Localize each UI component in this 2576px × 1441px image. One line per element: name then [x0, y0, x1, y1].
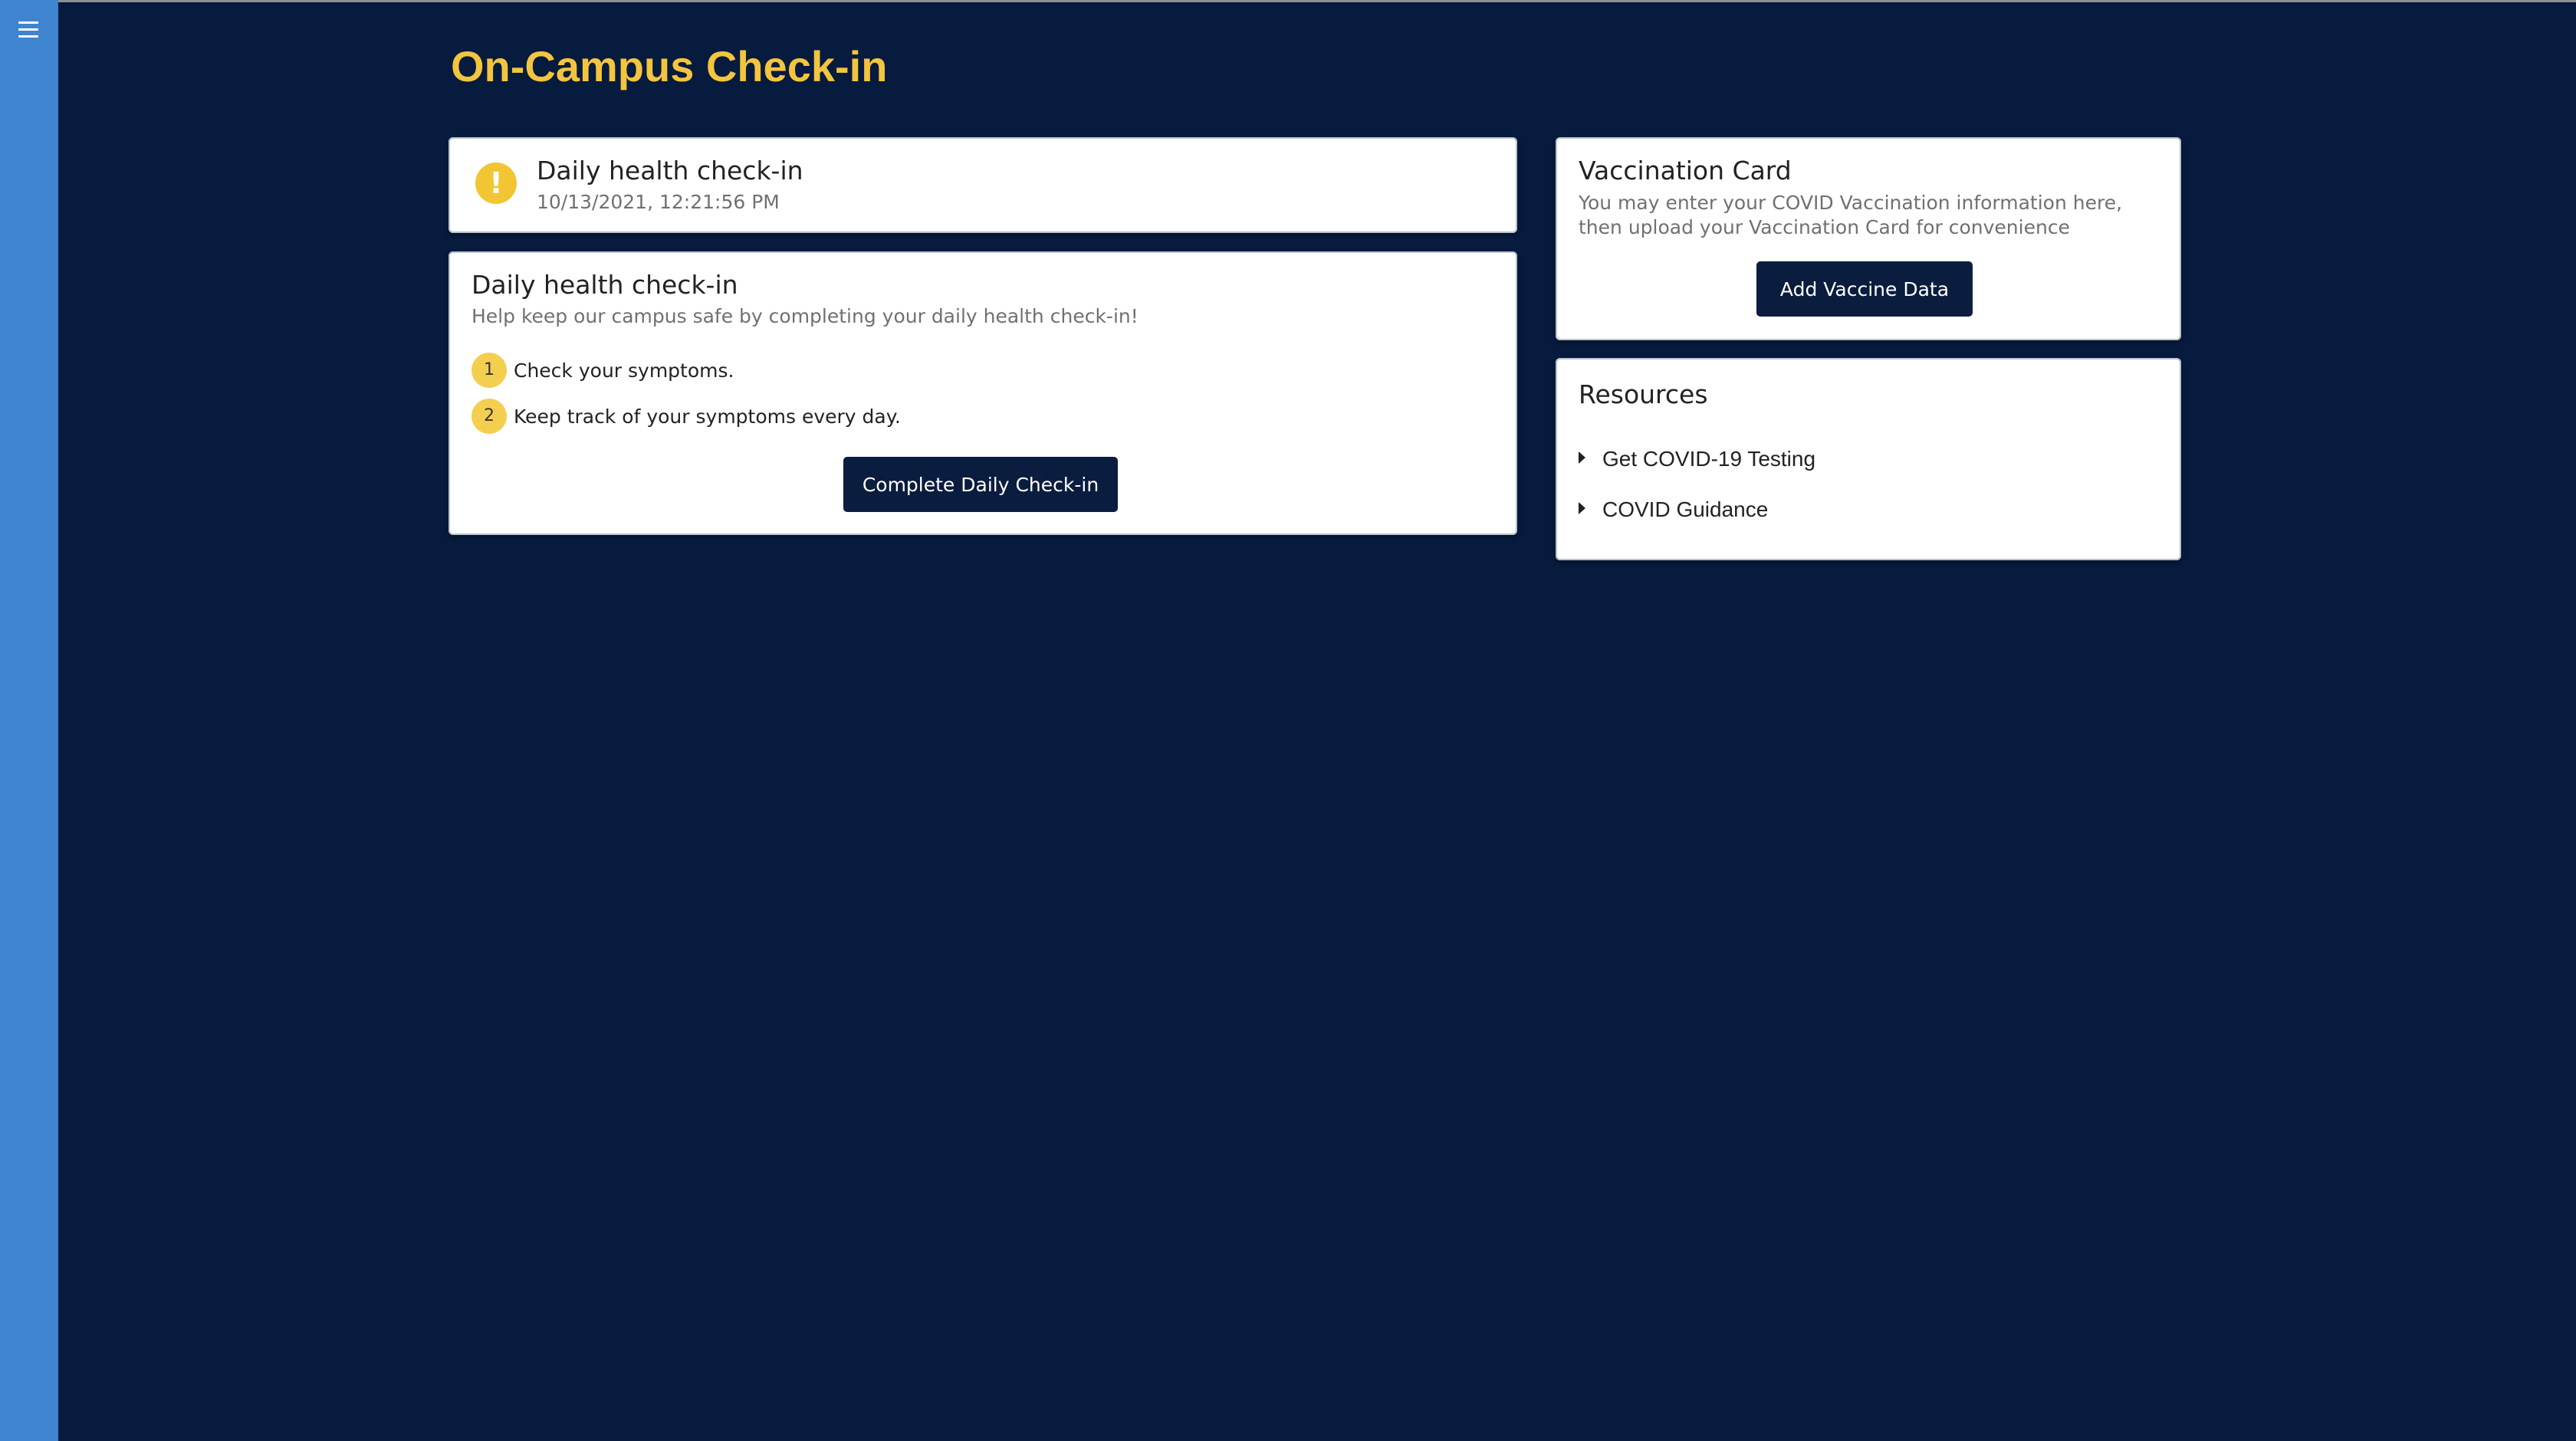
- exclamation-icon: !: [475, 162, 517, 204]
- status-title: Daily health check-in: [537, 156, 803, 185]
- daily-checkin-card: Daily health check-in Help keep our camp…: [449, 251, 1517, 535]
- step-number-badge: 2: [472, 399, 507, 434]
- resource-item-label: COVID Guidance: [1602, 497, 1769, 521]
- caret-right-icon: [1579, 451, 1585, 464]
- step-number-badge: 1: [472, 353, 507, 388]
- resource-item-label: Get COVID-19 Testing: [1602, 447, 1816, 471]
- checkin-card-title: Daily health check-in: [472, 270, 738, 300]
- add-vaccine-data-button[interactable]: Add Vaccine Data: [1756, 261, 1973, 317]
- sidebar: [0, 0, 58, 1441]
- status-card: ! Daily health check-in 10/13/2021, 12:2…: [449, 137, 1517, 233]
- vaccination-card-description: You may enter your COVID Vaccination inf…: [1579, 192, 2123, 238]
- step-text: Keep track of your symptoms every day.: [514, 405, 901, 428]
- resources-card-title: Resources: [1579, 379, 1708, 409]
- caret-right-icon: [1579, 502, 1585, 514]
- window-top-border: [0, 0, 2576, 2]
- vaccination-card: Vaccination Card You may enter your COVI…: [1556, 137, 2181, 340]
- checkin-card-subtitle: Help keep our campus safe by completing …: [472, 305, 1138, 327]
- complete-daily-checkin-button[interactable]: Complete Daily Check-in: [843, 457, 1118, 512]
- hamburger-menu-icon[interactable]: [18, 20, 40, 40]
- page-title: On-Campus Check-in: [451, 42, 888, 90]
- status-timestamp: 10/13/2021, 12:21:56 PM: [537, 191, 780, 213]
- resources-card: Resources Get COVID-19 Testing COVID Gui…: [1556, 358, 2181, 560]
- step-text: Check your symptoms.: [514, 359, 734, 382]
- vaccination-card-title: Vaccination Card: [1579, 156, 1792, 185]
